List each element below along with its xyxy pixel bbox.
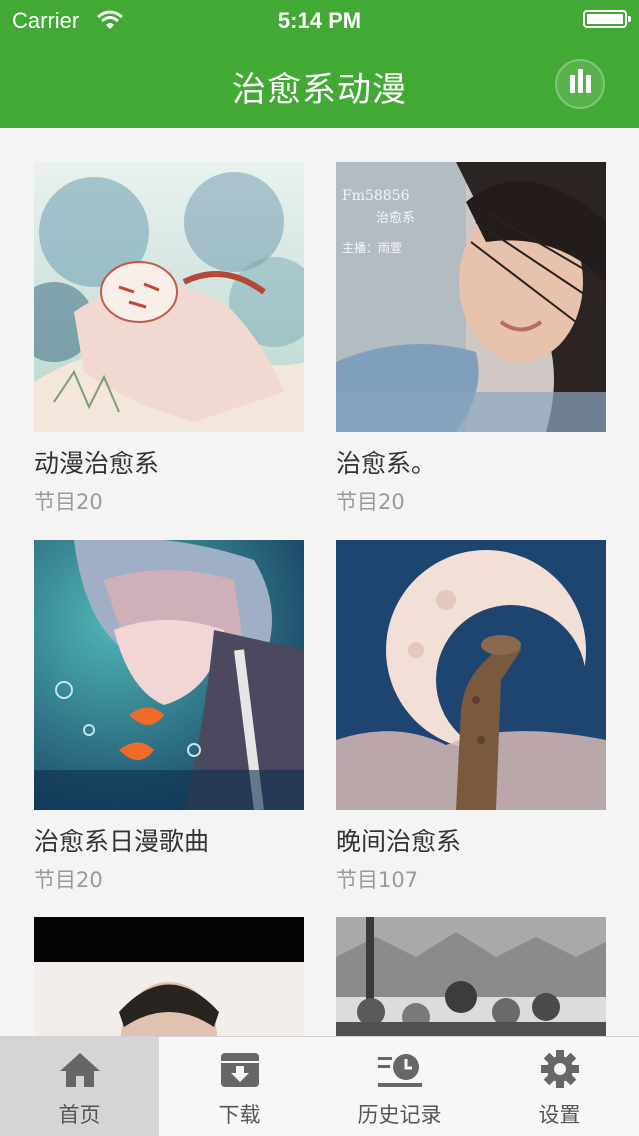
now-playing-button[interactable] (555, 59, 605, 109)
tab-home-label: 首页 (58, 1103, 101, 1127)
album-card[interactable]: 治愈系日漫歌曲 节目20 (34, 540, 304, 894)
home-icon (59, 1053, 100, 1087)
album-cover[interactable] (34, 540, 304, 810)
episode-number: 107 (378, 868, 419, 892)
status-time: 5:14 PM (277, 8, 362, 33)
episode-number: 20 (76, 490, 103, 514)
album-card[interactable]: Fm58856 治愈系 主播：雨萱 治愈系。 节目20 (336, 162, 606, 516)
tab-history[interactable]: 历史记录 (320, 1037, 479, 1136)
episode-number: 20 (378, 490, 405, 514)
tab-bar: 首页 下载 历史记录 设置 (0, 1036, 639, 1136)
episode-label: 节目 (336, 490, 378, 514)
album-episode-count: 节目107 (336, 864, 606, 894)
album-card[interactable] (34, 917, 304, 1036)
battery-icon (583, 10, 631, 28)
album-cover[interactable] (336, 540, 606, 810)
album-title[interactable]: 治愈系日漫歌曲 (34, 822, 304, 858)
cover-text: 主播：雨萱 (342, 241, 402, 255)
album-cover[interactable] (336, 917, 606, 1036)
episode-label: 节目 (34, 868, 76, 892)
cover-text: 治愈系 (376, 211, 415, 226)
now-playing-bar (578, 69, 583, 93)
album-card[interactable]: 动漫治愈系 节目20 (34, 162, 304, 516)
album-cover[interactable]: Fm58856 治愈系 主播：雨萱 (336, 162, 606, 432)
album-title[interactable]: 治愈系。 (336, 444, 606, 480)
album-episode-count: 节目20 (34, 864, 304, 894)
album-cover[interactable] (34, 917, 304, 1036)
album-card[interactable] (336, 917, 606, 1036)
now-playing-bars-icon (570, 75, 575, 93)
album-grid: 动漫治愈系 节目20 Fm58856 治愈系 主播：雨萱 治愈系。 节目20 治… (0, 128, 639, 1036)
episode-label: 节目 (34, 490, 76, 514)
tab-settings[interactable]: 设置 (480, 1037, 639, 1136)
tab-home[interactable]: 首页 (0, 1037, 159, 1136)
gear-icon (540, 1050, 579, 1088)
nav-bar: 治愈系动漫 (0, 40, 639, 128)
status-bar: Carrier 5:14 PM (0, 0, 639, 40)
episode-number: 20 (76, 868, 103, 892)
album-title[interactable]: 晚间治愈系 (336, 822, 606, 858)
now-playing-bar (586, 75, 591, 93)
album-episode-count: 节目20 (34, 486, 304, 516)
album-episode-count: 节目20 (336, 486, 606, 516)
album-card[interactable]: 晚间治愈系 节目107 (336, 540, 606, 894)
tab-download-label: 下载 (218, 1103, 261, 1127)
album-title[interactable]: 动漫治愈系 (34, 444, 304, 480)
cover-text: Fm58856 (342, 188, 410, 204)
album-cover[interactable] (34, 162, 304, 432)
tab-download[interactable]: 下载 (160, 1037, 319, 1136)
episode-label: 节目 (336, 868, 378, 892)
page-title: 治愈系动漫 (232, 70, 407, 110)
tab-settings-label: 设置 (538, 1103, 581, 1127)
download-box-icon (220, 1053, 259, 1087)
tab-history-label: 历史记录 (357, 1103, 442, 1127)
history-clock-icon (377, 1054, 422, 1087)
